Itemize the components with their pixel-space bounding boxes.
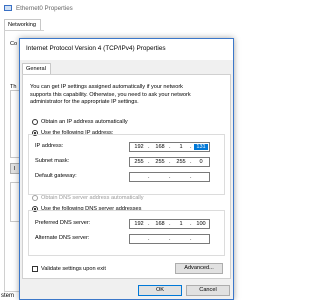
subnet-octet-1: 255 bbox=[134, 159, 144, 165]
preferred-dns-field[interactable]: 192 . 168 . 1 . 100 bbox=[129, 219, 210, 229]
ip-address-field[interactable]: 192 . 168 . 1 . 131 bbox=[129, 142, 210, 152]
octet-separator: . bbox=[190, 221, 192, 227]
octet-separator: . bbox=[169, 236, 171, 242]
info-line: You can get IP settings assigned automat… bbox=[30, 84, 183, 90]
ip-octet-2: 168 bbox=[155, 144, 165, 150]
dns-octet-2: 168 bbox=[155, 221, 165, 227]
subnet-octet-4: 0 bbox=[199, 159, 203, 165]
network-adapter-icon bbox=[4, 5, 12, 11]
octet-separator: . bbox=[190, 236, 192, 242]
obtain-dns-auto-radio[interactable] bbox=[32, 195, 38, 201]
dns-octet-3: 1 bbox=[179, 221, 183, 227]
default-gateway-field[interactable]: . . . bbox=[129, 172, 210, 182]
octet-separator: . bbox=[190, 144, 192, 150]
subnet-octet-3: 255 bbox=[176, 159, 186, 165]
obtain-ip-auto-radio[interactable] bbox=[32, 119, 38, 125]
alternate-dns-field[interactable]: . . . bbox=[129, 234, 210, 244]
octet-separator: . bbox=[190, 174, 192, 180]
taskbar-text-fragment: stem bbox=[1, 293, 15, 299]
validate-settings-label[interactable]: Validate settings upon exit bbox=[41, 266, 106, 272]
alternate-dns-label: Alternate DNS server: bbox=[35, 235, 90, 241]
dns-octet-4: 100 bbox=[196, 221, 206, 227]
subnet-octet-2: 255 bbox=[155, 159, 165, 165]
background-title-bar: Ethernet0 Properties bbox=[0, 0, 234, 18]
dns-server-group bbox=[28, 210, 225, 256]
dialog-title-bar[interactable]: Internet Protocol Version 4 (TCP/IPv4) P… bbox=[20, 39, 233, 60]
background-window-title: Ethernet0 Properties bbox=[16, 5, 73, 12]
subnet-mask-field[interactable]: 255 . 255 . 255 . 0 bbox=[129, 157, 210, 167]
octet-separator: . bbox=[169, 144, 171, 150]
octet-separator: . bbox=[169, 221, 171, 227]
default-gateway-label: Default gateway: bbox=[35, 173, 77, 179]
ip-octet-4-selected: 131 bbox=[194, 144, 208, 150]
obtain-dns-auto-label[interactable]: Obtain DNS server address automatically bbox=[41, 195, 144, 201]
dns-octet-1: 192 bbox=[134, 221, 144, 227]
octet-separator: . bbox=[169, 174, 171, 180]
connect-using-label-fragment: Co bbox=[10, 41, 18, 47]
info-text: You can get IP settings assigned automat… bbox=[30, 84, 224, 107]
ok-button[interactable]: OK bbox=[138, 285, 182, 296]
octet-separator: . bbox=[148, 159, 150, 165]
octet-separator: . bbox=[169, 159, 171, 165]
octet-separator: . bbox=[190, 159, 192, 165]
octet-separator: . bbox=[148, 144, 150, 150]
ip-octet-3: 1 bbox=[179, 144, 183, 150]
tcpipv4-properties-dialog: Internet Protocol Version 4 (TCP/IPv4) P… bbox=[19, 38, 234, 300]
ip-octet-1: 192 bbox=[134, 144, 144, 150]
advanced-button[interactable]: Advanced... bbox=[175, 263, 223, 274]
cancel-button[interactable]: Cancel bbox=[186, 285, 230, 296]
info-line: administrator for the appropriate IP set… bbox=[30, 99, 139, 105]
octet-separator: . bbox=[148, 236, 150, 242]
octet-separator: . bbox=[148, 174, 150, 180]
info-line: supports this capability. Otherwise, you… bbox=[30, 91, 191, 98]
validate-settings-checkbox[interactable] bbox=[32, 266, 38, 272]
subnet-mask-label: Subnet mask: bbox=[35, 158, 70, 164]
ip-address-label: IP address: bbox=[35, 143, 64, 149]
dialog-title: Internet Protocol Version 4 (TCP/IPv4) P… bbox=[26, 45, 166, 52]
octet-separator: . bbox=[148, 221, 150, 227]
obtain-ip-auto-label[interactable]: Obtain an IP address automatically bbox=[41, 119, 128, 125]
preferred-dns-label: Preferred DNS server: bbox=[35, 220, 91, 226]
